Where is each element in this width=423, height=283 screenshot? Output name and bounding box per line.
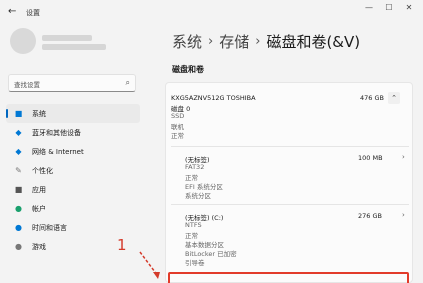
breadcrumb-system[interactable]: 系统	[172, 31, 202, 52]
sidebar-item-apps[interactable]: ■ 应用	[6, 180, 140, 199]
title-bar: ← 设置 — ☐ ✕	[0, 0, 423, 26]
sidebar-item-bluetooth[interactable]: ◆ 蓝牙和其他设备	[6, 123, 140, 142]
chevron-right-icon: ›	[402, 153, 405, 161]
search-placeholder: 查找设置	[14, 81, 40, 89]
partition-detail: 系统分区	[185, 192, 211, 200]
maximize-icon[interactable]: ☐	[379, 2, 399, 14]
system-icon: ■	[14, 109, 23, 118]
sidebar-item-label: 系统	[32, 109, 46, 118]
partition-size: 100 MB	[358, 154, 383, 162]
highlight-box	[168, 272, 409, 283]
partition-size: 276 GB	[358, 212, 382, 220]
disk-detail: SSD	[171, 112, 185, 120]
close-icon[interactable]: ✕	[399, 2, 419, 14]
sidebar-item-network[interactable]: ◆ 网络 & Internet	[6, 142, 140, 161]
sidebar-item-label: 时间和语言	[32, 223, 67, 232]
user-email-redacted	[42, 44, 106, 50]
pencil-icon: ✎	[15, 166, 22, 175]
globe-icon: ●	[15, 223, 22, 232]
disk-size: 476 GB	[360, 94, 384, 102]
collapse-button[interactable]: ⌃	[388, 92, 400, 104]
window-controls: — ☐ ✕	[359, 2, 419, 14]
partition-detail: NTFS	[185, 221, 202, 229]
apps-icon: ■	[14, 185, 23, 194]
sidebar-item-time-language[interactable]: ● 时间和语言	[6, 218, 140, 237]
breadcrumb-current: 磁盘和卷(&V)	[266, 33, 361, 51]
sidebar-nav: ■ 系统 ◆ 蓝牙和其他设备 ◆ 网络 & Internet ✎ 个性化 ■ 应…	[6, 104, 140, 256]
avatar	[10, 28, 36, 54]
chevron-right-icon: ›	[255, 34, 261, 49]
sidebar-item-label: 游戏	[32, 242, 46, 251]
chevron-right-icon: ›	[402, 211, 405, 219]
chevron-right-icon: ›	[208, 34, 214, 49]
sidebar-item-personalization[interactable]: ✎ 个性化	[6, 161, 140, 180]
gamepad-icon: ●	[15, 242, 22, 251]
partition-detail: FAT32	[185, 163, 205, 171]
search-icon: ⌕	[125, 78, 130, 87]
sidebar-item-system[interactable]: ■ 系统	[6, 104, 140, 123]
back-arrow-icon[interactable]: ←	[8, 6, 16, 17]
breadcrumb: 系统 › 存储 › 磁盘和卷(&V)	[172, 31, 360, 52]
section-title: 磁盘和卷	[172, 65, 204, 74]
sidebar-item-label: 帐户	[32, 204, 46, 213]
minimize-icon[interactable]: —	[359, 2, 379, 14]
divider	[171, 146, 409, 147]
user-name-redacted	[42, 35, 92, 41]
breadcrumb-storage[interactable]: 存储	[219, 31, 249, 52]
app-title: 设置	[26, 9, 40, 17]
disk-detail: 正常	[171, 132, 184, 140]
network-icon: ◆	[15, 147, 22, 156]
sidebar-item-accounts[interactable]: ● 帐户	[6, 199, 140, 218]
sidebar-item-label: 网络 & Internet	[32, 147, 84, 156]
bluetooth-icon: ◆	[15, 128, 22, 137]
annotation-number: 1	[117, 236, 127, 254]
divider	[171, 204, 409, 205]
partition-detail: 引导卷	[185, 259, 205, 267]
sidebar-item-label: 蓝牙和其他设备	[32, 128, 81, 137]
disk-name: KXG5AZNV512G TOSHIBA	[171, 94, 256, 102]
settings-search-input[interactable]: 查找设置 ⌕	[8, 74, 136, 92]
sidebar-item-label: 个性化	[32, 166, 53, 175]
account-icon: ●	[15, 204, 22, 213]
sidebar-item-label: 应用	[32, 185, 46, 194]
